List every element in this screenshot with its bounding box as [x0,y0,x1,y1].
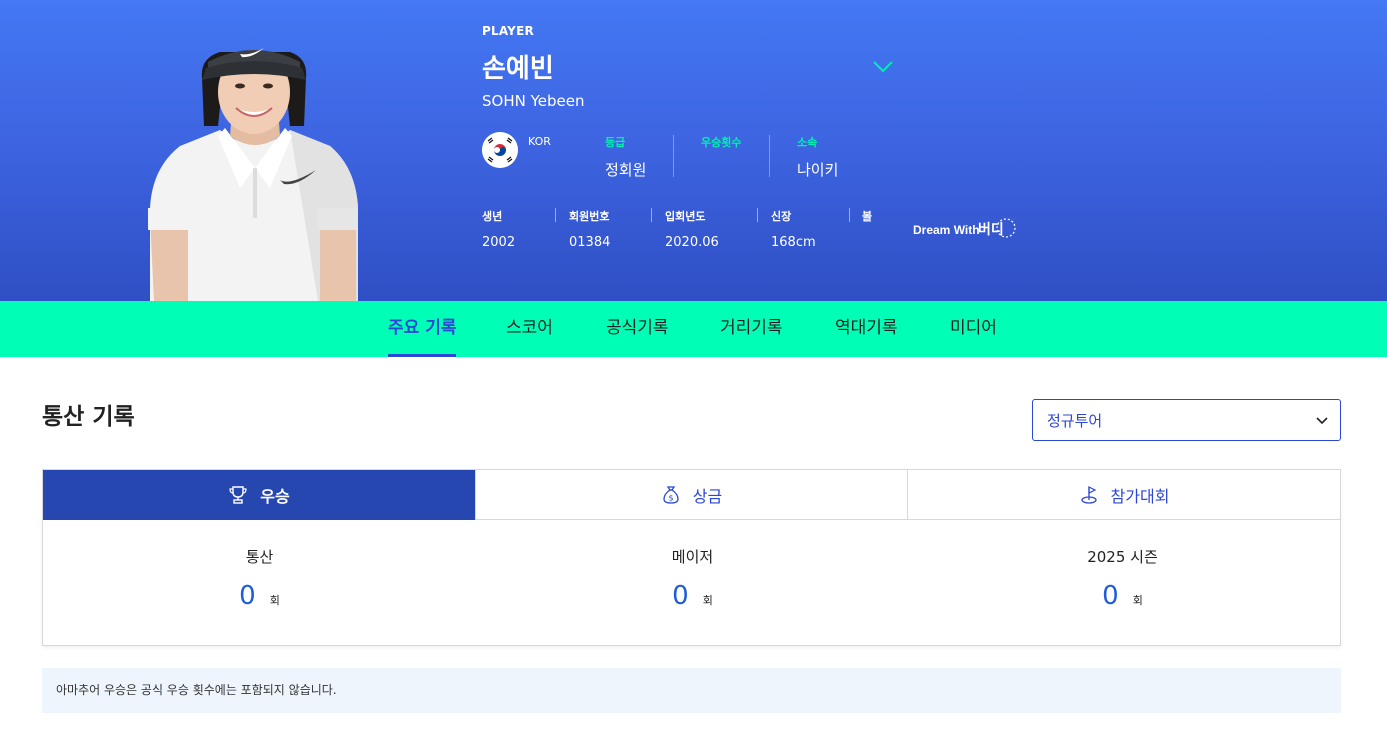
sponsor-brand: 버디 [978,221,1004,238]
metric-value: 0 [1102,581,1119,611]
stat-birth-year: 생년 2002 [482,208,515,250]
affiliation-label: 소속 [797,136,818,149]
trophy-icon [229,485,247,504]
notice-box: 아마추어 우승은 공식 우승 횟수에는 포함되지 않습니다. [42,668,1341,713]
sponsor-text: Dream With [913,223,980,237]
metric-career: 통산 0 회 [43,546,476,611]
grade-label: 등급 [605,136,626,149]
tab-media[interactable]: 미디어 [950,301,997,357]
money-bag-icon: $ [663,485,679,504]
chevron-down-icon [1316,417,1328,425]
stat-ball: 볼 [862,208,872,235]
stat-height: 신장 168cm [771,208,816,250]
record-tab-label: 참가대회 [1110,486,1170,506]
tab-official-records[interactable]: 공식기록 [606,301,669,357]
tab-score[interactable]: 스코어 [506,301,553,357]
record-tab-prize-money[interactable]: $ 상금 [476,470,907,520]
flag-icon [482,132,518,168]
player-photo [148,48,358,301]
stat-join-date: 입회년도 2020.06 [665,208,719,250]
player-header: PLAYER 손예빈 SOHN Yebeen KOR 등급 정회원 우승횟수 소… [0,0,1387,301]
metric-season: 2025 시즌 0 회 [906,546,1339,611]
metric-unit: 회 [269,594,280,607]
metric-unit: 회 [702,594,713,607]
divider [757,208,758,222]
stat-value: 168cm [771,235,816,250]
metric-major: 메이저 0 회 [476,546,909,611]
stat-value: 2020.06 [665,235,719,250]
wins-info: 우승횟수 [701,134,741,178]
divider [651,208,652,222]
stat-label: 생년 [482,210,503,223]
metric-unit: 회 [1132,594,1143,607]
tour-select-value: 정규투어 [1047,412,1103,430]
stat-label: 회원번호 [569,210,610,223]
golf-flag-icon [1080,485,1097,504]
grade-value: 정회원 [605,161,647,179]
main-tab-bar: 주요 기록 스코어 공식기록 거리기록 역대기록 미디어 [0,301,1387,357]
record-tab-wins[interactable]: 우승 [43,470,475,520]
divider [769,135,770,177]
affiliation-value: 나이키 [797,161,839,179]
stat-member-number: 회원번호 01384 [569,208,610,250]
record-tab-tournaments[interactable]: 참가대회 [908,470,1340,520]
metric-label: 통산 [245,548,274,566]
record-tab-label: 우승 [260,486,290,506]
player-name: 손예빈 [482,54,554,84]
record-tab-label: 상금 [692,486,723,506]
divider [849,208,850,222]
player-english-name: SOHN Yebeen [482,92,585,110]
stat-label: 신장 [771,210,792,223]
chevron-down-icon[interactable] [872,58,894,74]
metric-label: 2025 시즌 [1087,548,1158,566]
career-record-card: 우승 $ 상금 참가대회 통산 0 회 메이저 0 회 2025 시즌 0 회 [42,469,1341,646]
affiliation-info: 소속 나이키 [797,134,839,179]
divider [673,135,674,177]
tab-distance-records[interactable]: 거리기록 [720,301,783,357]
tab-history-records[interactable]: 역대기록 [835,301,898,357]
sponsor-logo: Dream With 버디 [913,218,1016,238]
player-label: PLAYER [482,24,534,38]
svg-text:$: $ [668,493,673,502]
stat-label: 볼 [862,210,873,223]
nation-code: KOR [528,135,551,148]
wins-label: 우승횟수 [701,136,742,149]
stat-label: 입회년도 [665,210,706,223]
metric-label: 메이저 [671,548,714,566]
tab-main-records[interactable]: 주요 기록 [388,301,457,357]
divider [555,208,556,222]
grade-info: 등급 정회원 [605,134,647,179]
metric-value: 0 [672,581,689,611]
metric-value: 0 [239,581,256,611]
notice-text: 아마추어 우승은 공식 우승 횟수에는 포함되지 않습니다. [56,683,337,697]
stat-value: 2002 [482,235,516,250]
stat-value: 01384 [569,235,611,250]
section-title: 통산 기록 [42,404,135,430]
tour-select[interactable]: 정규투어 [1032,399,1341,441]
